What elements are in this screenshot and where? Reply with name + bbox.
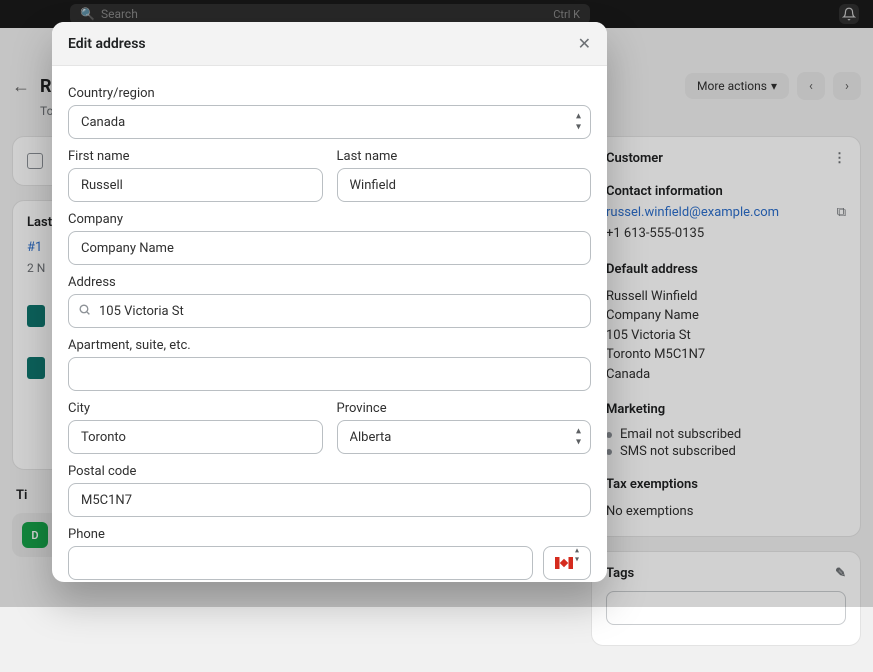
first-name-label: First name [68, 149, 323, 164]
edit-address-modal: Edit address ✕ Country/region ▴▾ First n… [52, 22, 607, 582]
company-input[interactable] [68, 231, 591, 265]
country-label: Country/region [68, 86, 591, 101]
country-select[interactable] [68, 105, 591, 139]
last-name-label: Last name [337, 149, 592, 164]
phone-country-button[interactable]: ▴▾ [543, 546, 591, 580]
province-label: Province [337, 401, 592, 416]
first-name-input[interactable] [68, 168, 323, 202]
province-select[interactable] [337, 420, 592, 454]
phone-label: Phone [68, 527, 591, 542]
apt-input[interactable] [68, 357, 591, 391]
close-icon[interactable]: ✕ [578, 34, 591, 53]
company-label: Company [68, 212, 591, 227]
postal-input[interactable] [68, 483, 591, 517]
city-label: City [68, 401, 323, 416]
city-input[interactable] [68, 420, 323, 454]
last-name-input[interactable] [337, 168, 592, 202]
address-label: Address [68, 275, 591, 290]
select-caret-icon: ▴▾ [575, 546, 579, 563]
search-icon [78, 303, 91, 319]
modal-title: Edit address [68, 36, 146, 52]
apt-label: Apartment, suite, etc. [68, 338, 591, 353]
canada-flag-icon [555, 557, 573, 569]
postal-label: Postal code [68, 464, 591, 479]
phone-input[interactable] [68, 546, 533, 580]
address-input[interactable] [68, 294, 591, 328]
modal-overlay: Edit address ✕ Country/region ▴▾ First n… [0, 0, 873, 607]
